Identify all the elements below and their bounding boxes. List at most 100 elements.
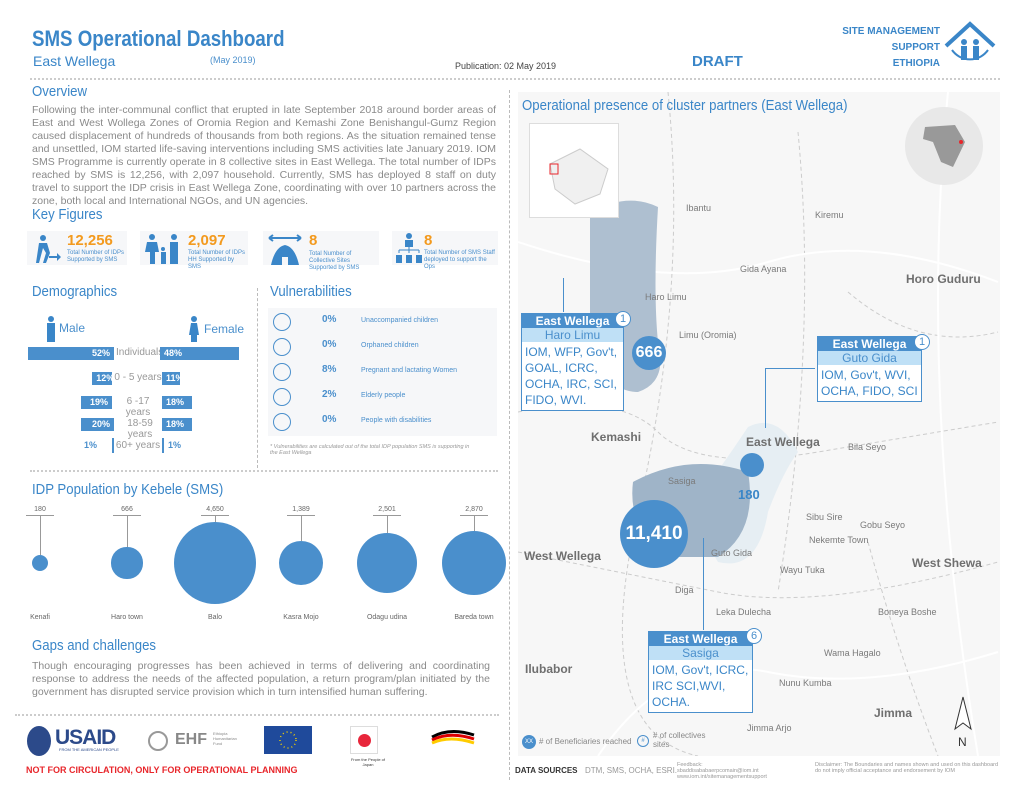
- region-name: East Wellega: [33, 53, 116, 69]
- idp-value-label: 180: [34, 506, 46, 513]
- beneficiary-bubble: 666: [632, 336, 666, 370]
- idp-kebele-label: Haro town: [111, 614, 143, 621]
- place-label: Sibu Sire: [806, 512, 843, 522]
- idp-leader-line: [474, 515, 475, 531]
- callout-woreda: Guto Gida: [818, 351, 921, 365]
- zone-label: Ilubabor: [525, 662, 573, 676]
- callout-partners: IOM, Gov't, WVI, OCHA, FIDO, SCI: [821, 368, 918, 398]
- header-divider: [30, 78, 1000, 80]
- idp-kebele-label: Kenafi: [30, 614, 50, 621]
- zone-label: West Wellega: [524, 549, 601, 563]
- ethiopia-inset-map: [529, 123, 619, 218]
- idp-kebele-label: Bareda town: [454, 614, 494, 621]
- north-label: N: [958, 735, 967, 749]
- idp-bubble: [356, 532, 418, 594]
- place-label: Jimma Arjo: [747, 723, 792, 733]
- callout-partners: IOM, Gov't, ICRC, IRC SCI,WVI, OCHA.: [652, 663, 749, 709]
- place-label: Haro Limu: [645, 292, 687, 302]
- pregnant-woman-icon: [273, 363, 291, 381]
- japan-flag-icon: [350, 726, 378, 754]
- map-title: Operational presence of cluster partners…: [522, 97, 848, 114]
- vulnerability-pct: 0%: [322, 414, 337, 425]
- idp-title: IDP Population by Kebele (SMS): [32, 481, 224, 498]
- north-arrow-icon: [954, 696, 972, 731]
- feedback: Feedback: sbaddisababaerpcomain@iom.int …: [677, 762, 767, 780]
- place-label: Gobu Seyo: [860, 520, 906, 530]
- kf-label: Total Number of IDPs HH Supported by SMS: [188, 250, 246, 270]
- female-bar: 11%: [162, 372, 184, 385]
- female-bar: [162, 438, 164, 453]
- period: (May 2019): [210, 55, 256, 65]
- legend-beneficiaries-symbol: XX: [522, 735, 536, 749]
- overview-title: Overview: [32, 83, 88, 100]
- female-pct: 1%: [168, 440, 182, 450]
- zone-label: West Shewa: [912, 556, 982, 570]
- callout-sasiga[interactable]: East Wellega Sasiga IOM, Gov't, ICRC, IRC …: [648, 631, 753, 713]
- callout-woreda: Haro Limu: [522, 328, 623, 342]
- beneficiary-label: 180: [738, 487, 760, 502]
- unaccompanied-children-icon: [273, 313, 291, 331]
- idp-value-label: 1,389: [292, 506, 310, 513]
- kf-value: 8: [309, 232, 318, 249]
- vulnerabilities-note: * Vulnerabilities are calculated out of …: [270, 444, 470, 456]
- place-label: Wama Hagalo: [824, 648, 881, 658]
- age-group-label: 18-59 years: [127, 418, 153, 440]
- zone-label: East Wellega: [746, 435, 820, 449]
- place-label: Diga: [675, 585, 694, 595]
- orphaned-children-icon: [273, 338, 291, 356]
- zone-label: Jimma: [874, 706, 913, 720]
- callout-count: 1: [914, 334, 930, 350]
- demographics-title: Demographics: [32, 283, 118, 300]
- callout-zone: East Wellega: [818, 337, 921, 351]
- kf-value: 12,256: [67, 232, 113, 249]
- legend-collectives: # of collectives sites: [653, 731, 706, 749]
- idp-leader-line: [215, 515, 216, 522]
- callout-guto-gida[interactable]: East Wellega Guto Gida IOM, Gov't, WVI, OC…: [817, 336, 922, 402]
- idp-leader-line: [40, 515, 41, 555]
- female-icon: [189, 316, 199, 342]
- male-bar: 52%: [28, 347, 114, 360]
- circulation-warning: NOT FOR CIRCULATION, ONLY FOR OPERATIONA…: [26, 765, 298, 775]
- kf-staff: 8 Total Number of SMS Staff deployed to …: [392, 231, 498, 270]
- org-line: SUPPORT: [891, 42, 940, 53]
- family-icon: [145, 234, 178, 264]
- vulnerability-label: Elderly people: [361, 392, 406, 399]
- german-cooperation-logo-icon: [431, 730, 475, 745]
- key-figures-title: Key Figures: [32, 206, 103, 223]
- zone-label: Horo Guduru: [906, 272, 981, 286]
- male-label: Male: [59, 321, 86, 335]
- callout-count: 1: [615, 311, 631, 327]
- age-group-label: Individuals: [116, 347, 164, 358]
- japan-tagline: From the People of Japan: [350, 757, 386, 767]
- place-label: Nekemte Town: [809, 535, 869, 545]
- idp-leader-line: [301, 515, 302, 541]
- idp-bubble: [441, 530, 507, 596]
- wheelchair-icon: [273, 413, 291, 431]
- female-bar: 18%: [162, 418, 192, 431]
- callout-leader: [563, 278, 564, 312]
- callout-haro-limu[interactable]: East Wellega Haro Limu IOM, WFP, Gov't, GO…: [521, 313, 624, 411]
- walking-person-arrow-icon: [36, 235, 61, 263]
- data-sources: DTM, SMS, OCHA, ESRI.: [585, 766, 678, 775]
- male-icon: [47, 316, 55, 342]
- kf-idps: 12,256 Total Number of IDPs Supported by…: [27, 231, 127, 265]
- place-label: Sasiga: [668, 476, 696, 486]
- male-bar: 19%: [80, 396, 112, 409]
- idp-kebele-label: Balo: [207, 614, 222, 621]
- gaps-text: Though encouraging progresses has been a…: [32, 660, 490, 698]
- disclaimer: Disclaimer: The Boundaries and names sho…: [815, 762, 999, 774]
- callout-leader: [703, 538, 704, 630]
- staff-hierarchy-icon: [396, 233, 422, 263]
- eu-flag-icon: [264, 726, 312, 754]
- idp-leader-line: [127, 515, 128, 548]
- idp-bubble: [278, 540, 324, 586]
- idp-bubble: [174, 522, 256, 604]
- publication-date: Publication: 02 May 2019: [455, 61, 557, 71]
- section-divider: [509, 90, 510, 780]
- elderly-person-icon: [273, 388, 291, 406]
- vulnerability-pct: 0%: [322, 314, 337, 325]
- place-label: Leka Dulecha: [716, 607, 772, 617]
- age-group-label: 0 - 5 years: [114, 372, 162, 383]
- beneficiary-bubble: [740, 453, 764, 477]
- kf-value: 8: [424, 232, 433, 249]
